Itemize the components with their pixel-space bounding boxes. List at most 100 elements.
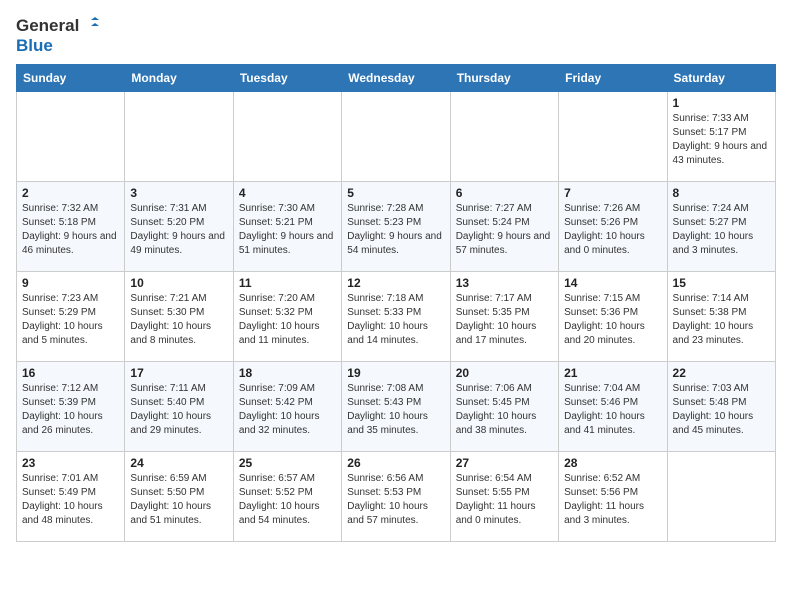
day-info: Sunrise: 7:04 AM Sunset: 5:46 PM Dayligh… (564, 382, 661, 438)
day-info: Sunrise: 7:09 AM Sunset: 5:42 PM Dayligh… (239, 382, 336, 438)
calendar-cell: 26 Sunrise: 6:56 AM Sunset: 5:53 PM Dayli… (342, 452, 450, 542)
day-info: Sunrise: 7:08 AM Sunset: 5:43 PM Dayligh… (347, 382, 444, 438)
calendar-cell (233, 92, 341, 182)
column-header-wednesday: Wednesday (342, 65, 450, 92)
day-number: 25 (239, 456, 336, 470)
day-number: 2 (22, 186, 119, 200)
day-number: 13 (456, 276, 553, 290)
logo: General Blue (16, 16, 99, 56)
calendar-cell (559, 92, 667, 182)
day-number: 11 (239, 276, 336, 290)
day-number: 26 (347, 456, 444, 470)
day-info: Sunrise: 7:26 AM Sunset: 5:26 PM Dayligh… (564, 202, 661, 258)
day-number: 17 (130, 366, 227, 380)
calendar-week-row: 23 Sunrise: 7:01 AM Sunset: 5:49 PM Dayli… (17, 452, 776, 542)
calendar-cell: 14 Sunrise: 7:15 AM Sunset: 5:36 PM Dayli… (559, 272, 667, 362)
calendar-week-row: 2 Sunrise: 7:32 AM Sunset: 5:18 PM Daylig… (17, 182, 776, 272)
calendar-cell: 16 Sunrise: 7:12 AM Sunset: 5:39 PM Dayli… (17, 362, 125, 452)
day-number: 10 (130, 276, 227, 290)
day-info: Sunrise: 7:12 AM Sunset: 5:39 PM Dayligh… (22, 382, 119, 438)
column-header-sunday: Sunday (17, 65, 125, 92)
calendar-cell: 4 Sunrise: 7:30 AM Sunset: 5:21 PM Daylig… (233, 182, 341, 272)
day-info: Sunrise: 7:23 AM Sunset: 5:29 PM Dayligh… (22, 292, 119, 348)
calendar-cell: 7 Sunrise: 7:26 AM Sunset: 5:26 PM Daylig… (559, 182, 667, 272)
day-number: 9 (22, 276, 119, 290)
day-info: Sunrise: 7:31 AM Sunset: 5:20 PM Dayligh… (130, 202, 227, 258)
day-number: 6 (456, 186, 553, 200)
day-number: 3 (130, 186, 227, 200)
calendar-cell (17, 92, 125, 182)
column-header-tuesday: Tuesday (233, 65, 341, 92)
day-number: 4 (239, 186, 336, 200)
day-info: Sunrise: 7:32 AM Sunset: 5:18 PM Dayligh… (22, 202, 119, 258)
calendar-cell: 23 Sunrise: 7:01 AM Sunset: 5:49 PM Dayli… (17, 452, 125, 542)
day-number: 20 (456, 366, 553, 380)
day-info: Sunrise: 7:27 AM Sunset: 5:24 PM Dayligh… (456, 202, 553, 258)
calendar-cell: 22 Sunrise: 7:03 AM Sunset: 5:48 PM Dayli… (667, 362, 775, 452)
day-info: Sunrise: 6:59 AM Sunset: 5:50 PM Dayligh… (130, 472, 227, 528)
day-number: 22 (673, 366, 770, 380)
day-info: Sunrise: 7:20 AM Sunset: 5:32 PM Dayligh… (239, 292, 336, 348)
calendar-cell: 11 Sunrise: 7:20 AM Sunset: 5:32 PM Dayli… (233, 272, 341, 362)
calendar-cell: 6 Sunrise: 7:27 AM Sunset: 5:24 PM Daylig… (450, 182, 558, 272)
calendar-header-row: SundayMondayTuesdayWednesdayThursdayFrid… (17, 65, 776, 92)
calendar-cell: 17Sunrise: 7:11 AM Sunset: 5:40 PM Dayli… (125, 362, 233, 452)
calendar-cell: 24 Sunrise: 6:59 AM Sunset: 5:50 PM Dayli… (125, 452, 233, 542)
day-info: Sunrise: 7:01 AM Sunset: 5:49 PM Dayligh… (22, 472, 119, 528)
column-header-monday: Monday (125, 65, 233, 92)
day-number: 19 (347, 366, 444, 380)
logo-bird-icon (81, 17, 99, 35)
day-number: 24 (130, 456, 227, 470)
calendar-cell: 2 Sunrise: 7:32 AM Sunset: 5:18 PM Daylig… (17, 182, 125, 272)
calendar-cell: 15Sunrise: 7:14 AM Sunset: 5:38 PM Dayli… (667, 272, 775, 362)
column-header-saturday: Saturday (667, 65, 775, 92)
calendar-cell: 20Sunrise: 7:06 AM Sunset: 5:45 PM Dayli… (450, 362, 558, 452)
logo-general: General (16, 16, 79, 36)
calendar-cell: 13 Sunrise: 7:17 AM Sunset: 5:35 PM Dayli… (450, 272, 558, 362)
calendar-cell (342, 92, 450, 182)
day-number: 16 (22, 366, 119, 380)
day-number: 7 (564, 186, 661, 200)
day-number: 28 (564, 456, 661, 470)
day-info: Sunrise: 7:18 AM Sunset: 5:33 PM Dayligh… (347, 292, 444, 348)
calendar-cell: 27Sunrise: 6:54 AM Sunset: 5:55 PM Dayli… (450, 452, 558, 542)
day-info: Sunrise: 7:28 AM Sunset: 5:23 PM Dayligh… (347, 202, 444, 258)
calendar-table: SundayMondayTuesdayWednesdayThursdayFrid… (16, 64, 776, 542)
calendar-cell: 9 Sunrise: 7:23 AM Sunset: 5:29 PM Daylig… (17, 272, 125, 362)
day-number: 1 (673, 96, 770, 110)
day-info: Sunrise: 6:56 AM Sunset: 5:53 PM Dayligh… (347, 472, 444, 528)
day-info: Sunrise: 7:33 AM Sunset: 5:17 PM Dayligh… (673, 112, 770, 168)
day-info: Sunrise: 7:17 AM Sunset: 5:35 PM Dayligh… (456, 292, 553, 348)
day-info: Sunrise: 7:30 AM Sunset: 5:21 PM Dayligh… (239, 202, 336, 258)
calendar-cell: 19 Sunrise: 7:08 AM Sunset: 5:43 PM Dayli… (342, 362, 450, 452)
day-info: Sunrise: 6:57 AM Sunset: 5:52 PM Dayligh… (239, 472, 336, 528)
column-header-thursday: Thursday (450, 65, 558, 92)
calendar-cell (667, 452, 775, 542)
day-info: Sunrise: 7:15 AM Sunset: 5:36 PM Dayligh… (564, 292, 661, 348)
calendar-cell: 21Sunrise: 7:04 AM Sunset: 5:46 PM Dayli… (559, 362, 667, 452)
day-info: Sunrise: 7:03 AM Sunset: 5:48 PM Dayligh… (673, 382, 770, 438)
day-number: 18 (239, 366, 336, 380)
day-info: Sunrise: 7:24 AM Sunset: 5:27 PM Dayligh… (673, 202, 770, 258)
calendar-cell: 3 Sunrise: 7:31 AM Sunset: 5:20 PM Daylig… (125, 182, 233, 272)
day-number: 12 (347, 276, 444, 290)
calendar-week-row: 9 Sunrise: 7:23 AM Sunset: 5:29 PM Daylig… (17, 272, 776, 362)
day-info: Sunrise: 6:52 AM Sunset: 5:56 PM Dayligh… (564, 472, 661, 528)
calendar-cell: 8 Sunrise: 7:24 AM Sunset: 5:27 PM Daylig… (667, 182, 775, 272)
calendar-cell: 28 Sunrise: 6:52 AM Sunset: 5:56 PM Dayli… (559, 452, 667, 542)
day-number: 23 (22, 456, 119, 470)
day-info: Sunrise: 7:21 AM Sunset: 5:30 PM Dayligh… (130, 292, 227, 348)
column-header-friday: Friday (559, 65, 667, 92)
calendar-week-row: 1 Sunrise: 7:33 AM Sunset: 5:17 PM Daylig… (17, 92, 776, 182)
calendar-cell: 25 Sunrise: 6:57 AM Sunset: 5:52 PM Dayli… (233, 452, 341, 542)
calendar-cell: 12 Sunrise: 7:18 AM Sunset: 5:33 PM Dayli… (342, 272, 450, 362)
calendar-cell: 18 Sunrise: 7:09 AM Sunset: 5:42 PM Dayli… (233, 362, 341, 452)
day-number: 14 (564, 276, 661, 290)
calendar-cell: 10 Sunrise: 7:21 AM Sunset: 5:30 PM Dayli… (125, 272, 233, 362)
day-number: 8 (673, 186, 770, 200)
day-info: Sunrise: 6:54 AM Sunset: 5:55 PM Dayligh… (456, 472, 553, 528)
day-number: 5 (347, 186, 444, 200)
logo-text-block: General Blue (16, 16, 99, 56)
day-info: Sunrise: 7:14 AM Sunset: 5:38 PM Dayligh… (673, 292, 770, 348)
calendar-cell (450, 92, 558, 182)
